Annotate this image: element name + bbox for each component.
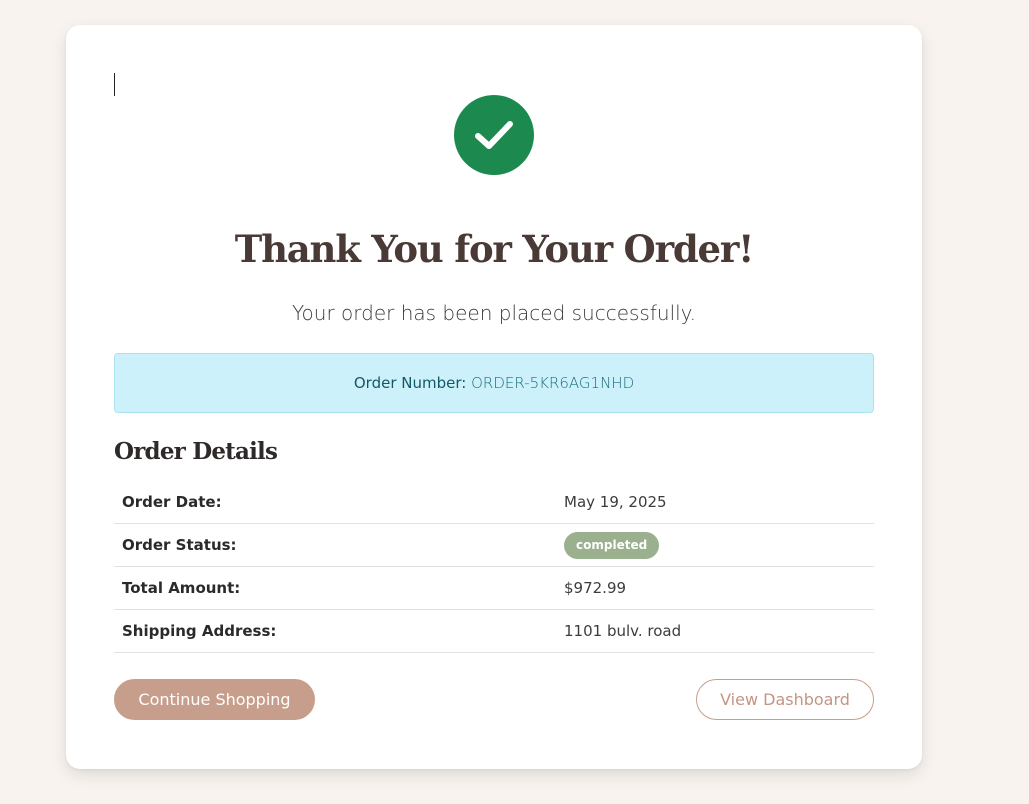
shipping-address-value: 1101 bulv. road [564,609,874,653]
order-number-label: Order Number: [353,374,467,392]
table-row: Total Amount: $972.99 [114,566,874,610]
status-badge: completed [564,531,660,559]
success-icon [454,95,534,175]
order-status-label: Order Status: [114,523,564,567]
view-dashboard-button[interactable]: View Dashboard [696,679,874,720]
success-message: Your order has been placed successfully. [291,301,697,325]
order-number-box: Order Number: ORDER-5KR6AG1NHD [114,353,874,413]
text-cursor [114,73,115,96]
order-details-table: Order Date: May 19, 2025 Order Status: c… [114,481,874,653]
order-date-value: May 19, 2025 [564,481,874,524]
checkmark-icon [475,121,513,149]
total-amount-label: Total Amount: [114,566,564,610]
order-confirmation-card: Thank You for Your Order! Your order has… [66,25,922,769]
order-number-value: ORDER-5KR6AG1NHD [471,374,635,392]
order-date-label: Order Date: [114,481,564,524]
total-amount-value: $972.99 [564,566,874,610]
order-details-heading: Order Details [114,438,278,465]
table-row: Order Status: completed [114,523,874,567]
table-row: Shipping Address: 1101 bulv. road [114,609,874,653]
table-row: Order Date: May 19, 2025 [114,481,874,524]
page-title: Thank You for Your Order! [234,227,755,271]
shipping-address-label: Shipping Address: [114,609,564,653]
continue-shopping-button[interactable]: Continue Shopping [114,679,315,720]
